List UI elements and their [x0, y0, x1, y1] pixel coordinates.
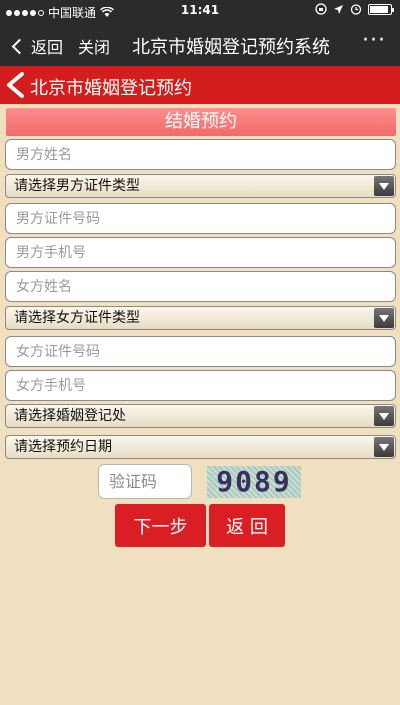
- male-name-input[interactable]: [5, 139, 396, 170]
- battery-icon: [368, 3, 394, 15]
- appointment-date-label: 请选择预约日期: [14, 439, 112, 455]
- registry-office-select[interactable]: 请选择婚姻登记处: [5, 404, 396, 428]
- page-title: 北京市婚姻登记预约: [30, 78, 192, 99]
- nav-close-button[interactable]: 关闭: [78, 34, 110, 58]
- alarm-icon: [350, 4, 362, 15]
- female-id-type-select[interactable]: 请选择女方证件类型: [5, 306, 396, 330]
- dropdown-arrow-icon: [374, 176, 394, 196]
- dropdown-arrow-icon: [374, 308, 394, 328]
- status-bar: 中国联通 11:41: [0, 0, 400, 22]
- captcha-input[interactable]: [98, 464, 192, 499]
- female-id-number-input[interactable]: [5, 336, 396, 367]
- section-title: 结婚预约: [6, 108, 396, 136]
- female-id-type-label: 请选择女方证件类型: [14, 310, 140, 326]
- location-icon: [334, 4, 343, 14]
- male-id-type-select[interactable]: 请选择男方证件类型: [5, 174, 396, 198]
- female-phone-input[interactable]: [5, 370, 396, 401]
- next-button[interactable]: 下一步: [115, 504, 206, 547]
- nav-title: 北京市婚姻登记预约系统: [132, 37, 330, 58]
- page-header: 北京市婚姻登记预约: [0, 66, 400, 104]
- status-right: [315, 3, 394, 15]
- chevron-left-icon: [11, 38, 28, 54]
- nav-bar: 返回 关闭 北京市婚姻登记预约系统 ···: [0, 22, 400, 66]
- dropdown-arrow-icon: [374, 437, 394, 457]
- more-menu-button[interactable]: ···: [362, 28, 386, 53]
- registry-office-label: 请选择婚姻登记处: [14, 408, 126, 424]
- male-phone-input[interactable]: [5, 237, 396, 268]
- dropdown-arrow-icon: [374, 406, 394, 426]
- orientation-lock-icon: [315, 3, 327, 15]
- male-id-number-input[interactable]: [5, 203, 396, 234]
- nav-back-button[interactable]: 返回: [11, 34, 64, 58]
- return-button[interactable]: 返 回: [209, 504, 285, 547]
- female-name-input[interactable]: [5, 271, 396, 302]
- nav-back-label: 返回: [31, 38, 64, 57]
- male-id-type-label: 请选择男方证件类型: [14, 178, 140, 194]
- captcha-image[interactable]: 9089: [207, 466, 301, 498]
- appointment-date-select[interactable]: 请选择预约日期: [5, 435, 396, 459]
- back-arrow-icon[interactable]: [4, 72, 28, 98]
